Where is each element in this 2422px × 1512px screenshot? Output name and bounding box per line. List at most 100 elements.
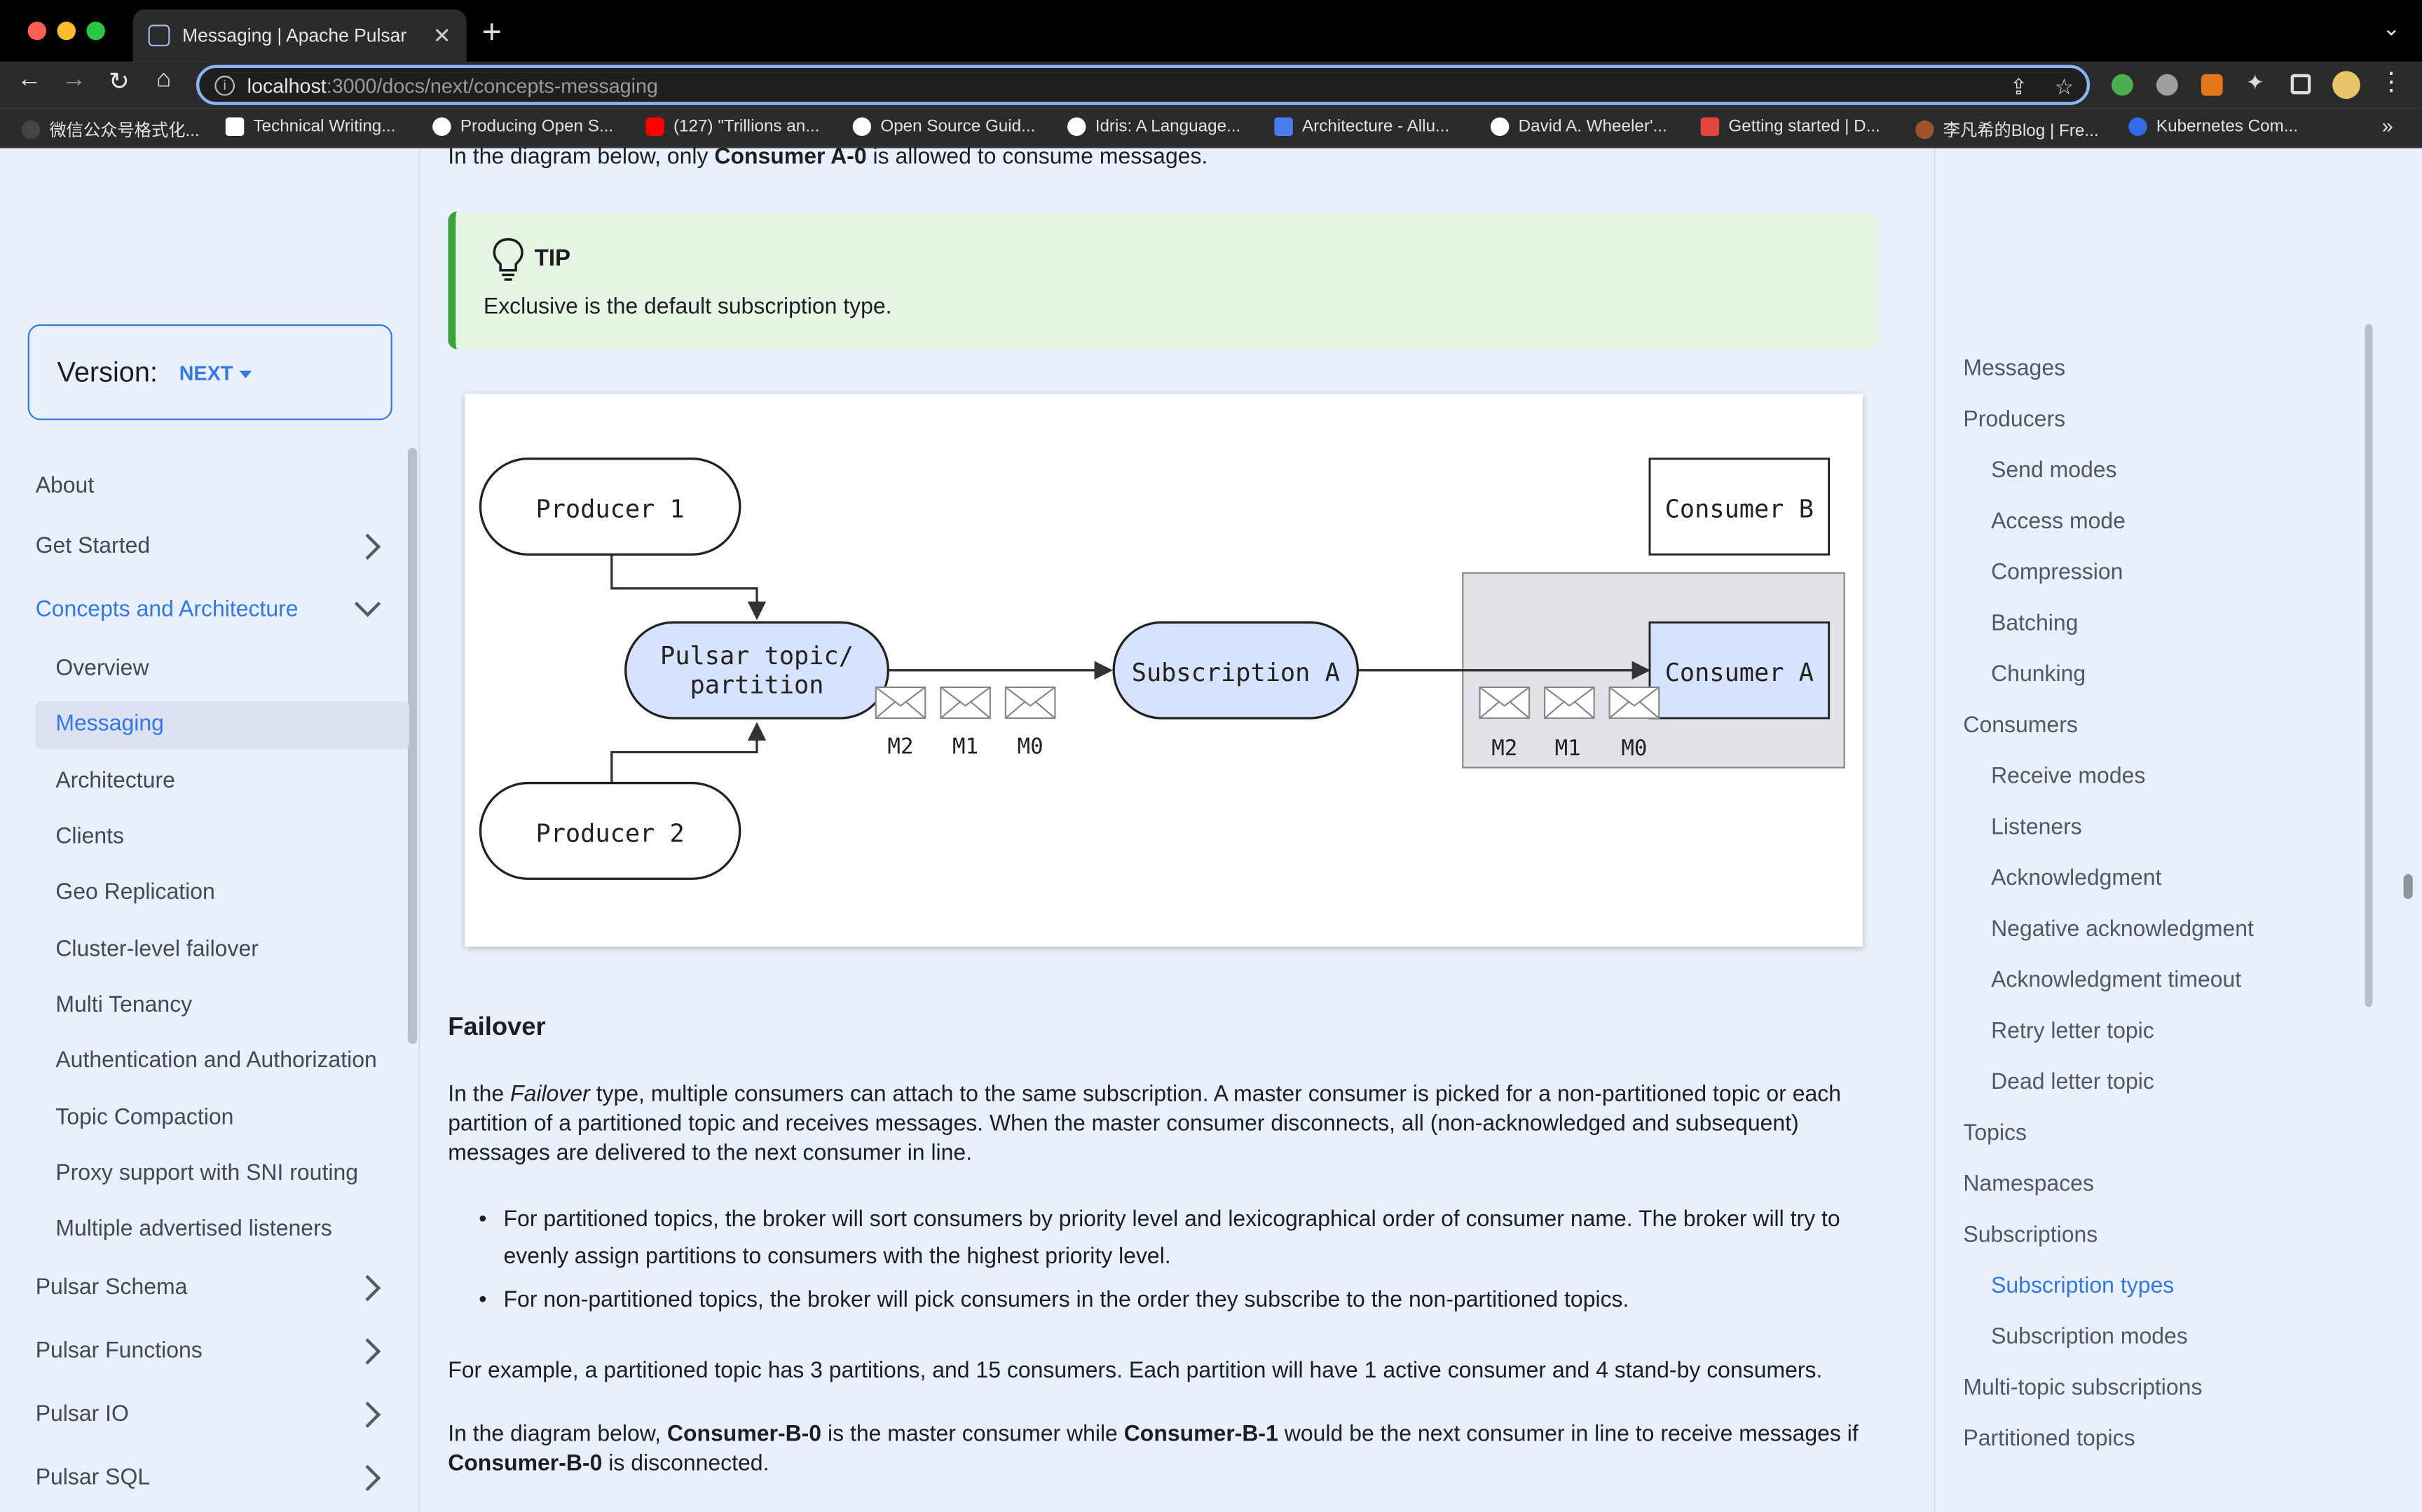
minimize-window-button[interactable] — [57, 21, 76, 41]
main-content: In the diagram below, only Consumer A-0 … — [448, 145, 1879, 1512]
browser-toolbar: ← → ↻ ⌂ i localhost:3000/docs/next/conce… — [0, 62, 2422, 109]
toc-item[interactable]: Negative acknowledgment — [1991, 917, 2254, 942]
forward-arrow-icon[interactable]: → — [59, 67, 90, 95]
chevron-right-icon[interactable] — [354, 1338, 381, 1365]
version-value[interactable]: NEXT — [179, 361, 233, 384]
subscription-label: Subscription A — [1132, 659, 1340, 687]
bookmark-item[interactable]: Open Source Guid... — [852, 117, 1035, 136]
toc-item[interactable]: Multi-topic subscriptions — [1963, 1376, 2202, 1401]
list-item: For partitioned topics, the broker will … — [476, 1202, 1866, 1276]
close-tab-icon[interactable]: ✕ — [433, 23, 451, 49]
bookmark-star-icon[interactable]: ☆ — [2054, 74, 2074, 100]
toc-item[interactable]: Compression — [1991, 561, 2123, 585]
metamask-fox-icon[interactable] — [2201, 74, 2223, 96]
tab-search-chevron-icon[interactable]: ⌄ — [2382, 15, 2400, 41]
bookmark-item[interactable]: Idris: A Language... — [1067, 117, 1240, 136]
bookmark-item[interactable]: 李凡希的Blog | Fre... — [1915, 118, 2099, 142]
extensions-puzzle-icon[interactable]: ✦ — [2246, 69, 2268, 94]
bookmark-item[interactable]: David A. Wheeler'... — [1490, 117, 1667, 136]
toc-item[interactable]: Producers — [1963, 408, 2065, 432]
browser-tab-bar: Messaging | Apache Pulsar ✕ + ⌄ — [0, 0, 2422, 62]
sidebar-item-topic-compaction[interactable]: Topic Compaction — [55, 1106, 233, 1130]
sidebar-item-get-started[interactable]: Get Started — [36, 535, 150, 559]
chevron-right-icon[interactable] — [354, 1401, 381, 1428]
toc-scrollbar[interactable] — [2365, 324, 2373, 1008]
message-envelope-icon — [875, 686, 926, 720]
sidebar-item-clients[interactable]: Clients — [55, 825, 124, 849]
sidebar-item-pulsar-schema[interactable]: Pulsar Schema — [36, 1276, 188, 1300]
sidebar-item-proxy-sni[interactable]: Proxy support with SNI routing — [55, 1162, 358, 1186]
extension-green-icon[interactable] — [2112, 74, 2133, 96]
back-arrow-icon[interactable]: ← — [14, 67, 45, 95]
sidebar-item-pulsar-functions[interactable]: Pulsar Functions — [36, 1339, 203, 1363]
profile-avatar[interactable] — [2332, 71, 2360, 99]
chevron-right-icon[interactable] — [354, 1464, 381, 1492]
bookmark-item[interactable]: Producing Open S... — [432, 117, 613, 136]
exclusive-subscription-diagram: Producer 1 Producer 2 Pulsar topic/ part… — [465, 394, 1863, 947]
toc-item[interactable]: Namespaces — [1963, 1172, 2094, 1197]
share-icon[interactable]: ⇪ — [2010, 74, 2028, 100]
toc-item[interactable]: Chunking — [1991, 663, 2086, 687]
toc-item[interactable]: Access mode — [1991, 509, 2126, 534]
sidebar-item-about[interactable]: About — [36, 474, 95, 499]
sidebar-item-architecture[interactable]: Architecture — [55, 769, 175, 794]
site-info-icon[interactable]: i — [214, 74, 235, 95]
toc-item[interactable]: Consumers — [1963, 713, 2077, 738]
extension-gray-icon[interactable] — [2156, 74, 2178, 96]
chevron-right-icon[interactable] — [354, 1274, 381, 1302]
toc-item[interactable]: Dead letter topic — [1991, 1071, 2154, 1095]
bookmarks-overflow-button[interactable]: » — [2382, 114, 2393, 137]
sidebar-item-pulsar-io[interactable]: Pulsar IO — [36, 1403, 129, 1427]
toc-item[interactable]: Send modes — [1991, 459, 2116, 483]
reload-icon[interactable]: ↻ — [104, 67, 135, 97]
chevron-right-icon[interactable] — [354, 533, 381, 561]
sidebar-item-cluster-failover[interactable]: Cluster-level failover — [55, 937, 259, 962]
sidebar-item-overview[interactable]: Overview — [55, 657, 149, 681]
bookmark-item[interactable]: 微信公众号格式化... — [21, 118, 200, 142]
new-tab-button[interactable]: + — [482, 13, 502, 53]
toc-item-active[interactable]: Subscription types — [1991, 1274, 2174, 1299]
sidebar-scrollbar[interactable] — [407, 448, 418, 1045]
browser-tab[interactable]: Messaging | Apache Pulsar ✕ — [132, 9, 467, 62]
toc-item[interactable]: Receive modes — [1991, 764, 2145, 789]
sidebar-item-geo-replication[interactable]: Geo Replication — [55, 880, 214, 905]
message-envelope-icon — [1543, 686, 1595, 720]
message-envelope-icon — [1479, 686, 1531, 720]
sidepanel-icon[interactable] — [2290, 74, 2311, 95]
toc-item[interactable]: Listeners — [1991, 816, 2082, 840]
message-label: M1 — [952, 734, 978, 760]
chevron-down-icon[interactable] — [354, 591, 381, 617]
sidebar-item-advertised-listeners[interactable]: Multiple advertised listeners — [55, 1217, 331, 1242]
address-bar[interactable]: i localhost:3000/docs/next/concepts-mess… — [196, 64, 2091, 105]
maximize-window-button[interactable] — [86, 21, 105, 41]
allure-icon — [1274, 117, 1293, 136]
home-icon[interactable]: ⌂ — [149, 67, 179, 95]
bookmark-item[interactable]: Getting started | D... — [1700, 117, 1880, 136]
producer2-connector — [610, 722, 767, 783]
toc-item[interactable]: Topics — [1963, 1121, 2027, 1146]
toc-item[interactable]: Retry letter topic — [1991, 1019, 2154, 1044]
page-scrollbar[interactable] — [2403, 874, 2413, 899]
message-envelope-icon — [1608, 686, 1660, 720]
sidebar-item-multi-tenancy[interactable]: Multi Tenancy — [55, 993, 192, 1017]
close-window-button[interactable] — [27, 21, 47, 41]
toc-item[interactable]: Acknowledgment timeout — [1991, 968, 2241, 993]
bookmark-item[interactable]: Kubernetes Com... — [2128, 117, 2298, 136]
table-of-contents: Messages Producers Send modes Access mod… — [1934, 148, 2382, 1512]
sidebar-item-authn-authz[interactable]: Authentication and Authorization — [55, 1049, 376, 1073]
browser-menu-icon[interactable]: ⋮ — [2376, 67, 2407, 97]
bookmark-item[interactable]: Architecture - Allu... — [1274, 117, 1449, 136]
tip-body: Exclusive is the default subscription ty… — [483, 295, 892, 320]
bookmark-item[interactable]: (127) "Trillions an... — [645, 117, 819, 136]
version-selector[interactable]: Version: NEXT — [27, 324, 392, 420]
toc-item[interactable]: Partitioned topics — [1963, 1427, 2135, 1452]
toc-item[interactable]: Acknowledgment — [1991, 867, 2161, 891]
toc-item[interactable]: Subscription modes — [1991, 1325, 2188, 1349]
sidebar-item-messaging[interactable]: Messaging — [55, 712, 164, 736]
toc-item[interactable]: Messages — [1963, 357, 2065, 381]
bookmark-item[interactable]: Technical Writing... — [225, 117, 395, 136]
toc-item[interactable]: Batching — [1991, 612, 2078, 636]
toc-item[interactable]: Subscriptions — [1963, 1223, 2098, 1248]
sidebar-item-concepts[interactable]: Concepts and Architecture — [36, 598, 299, 622]
sidebar-item-pulsar-sql[interactable]: Pulsar SQL — [36, 1466, 150, 1490]
